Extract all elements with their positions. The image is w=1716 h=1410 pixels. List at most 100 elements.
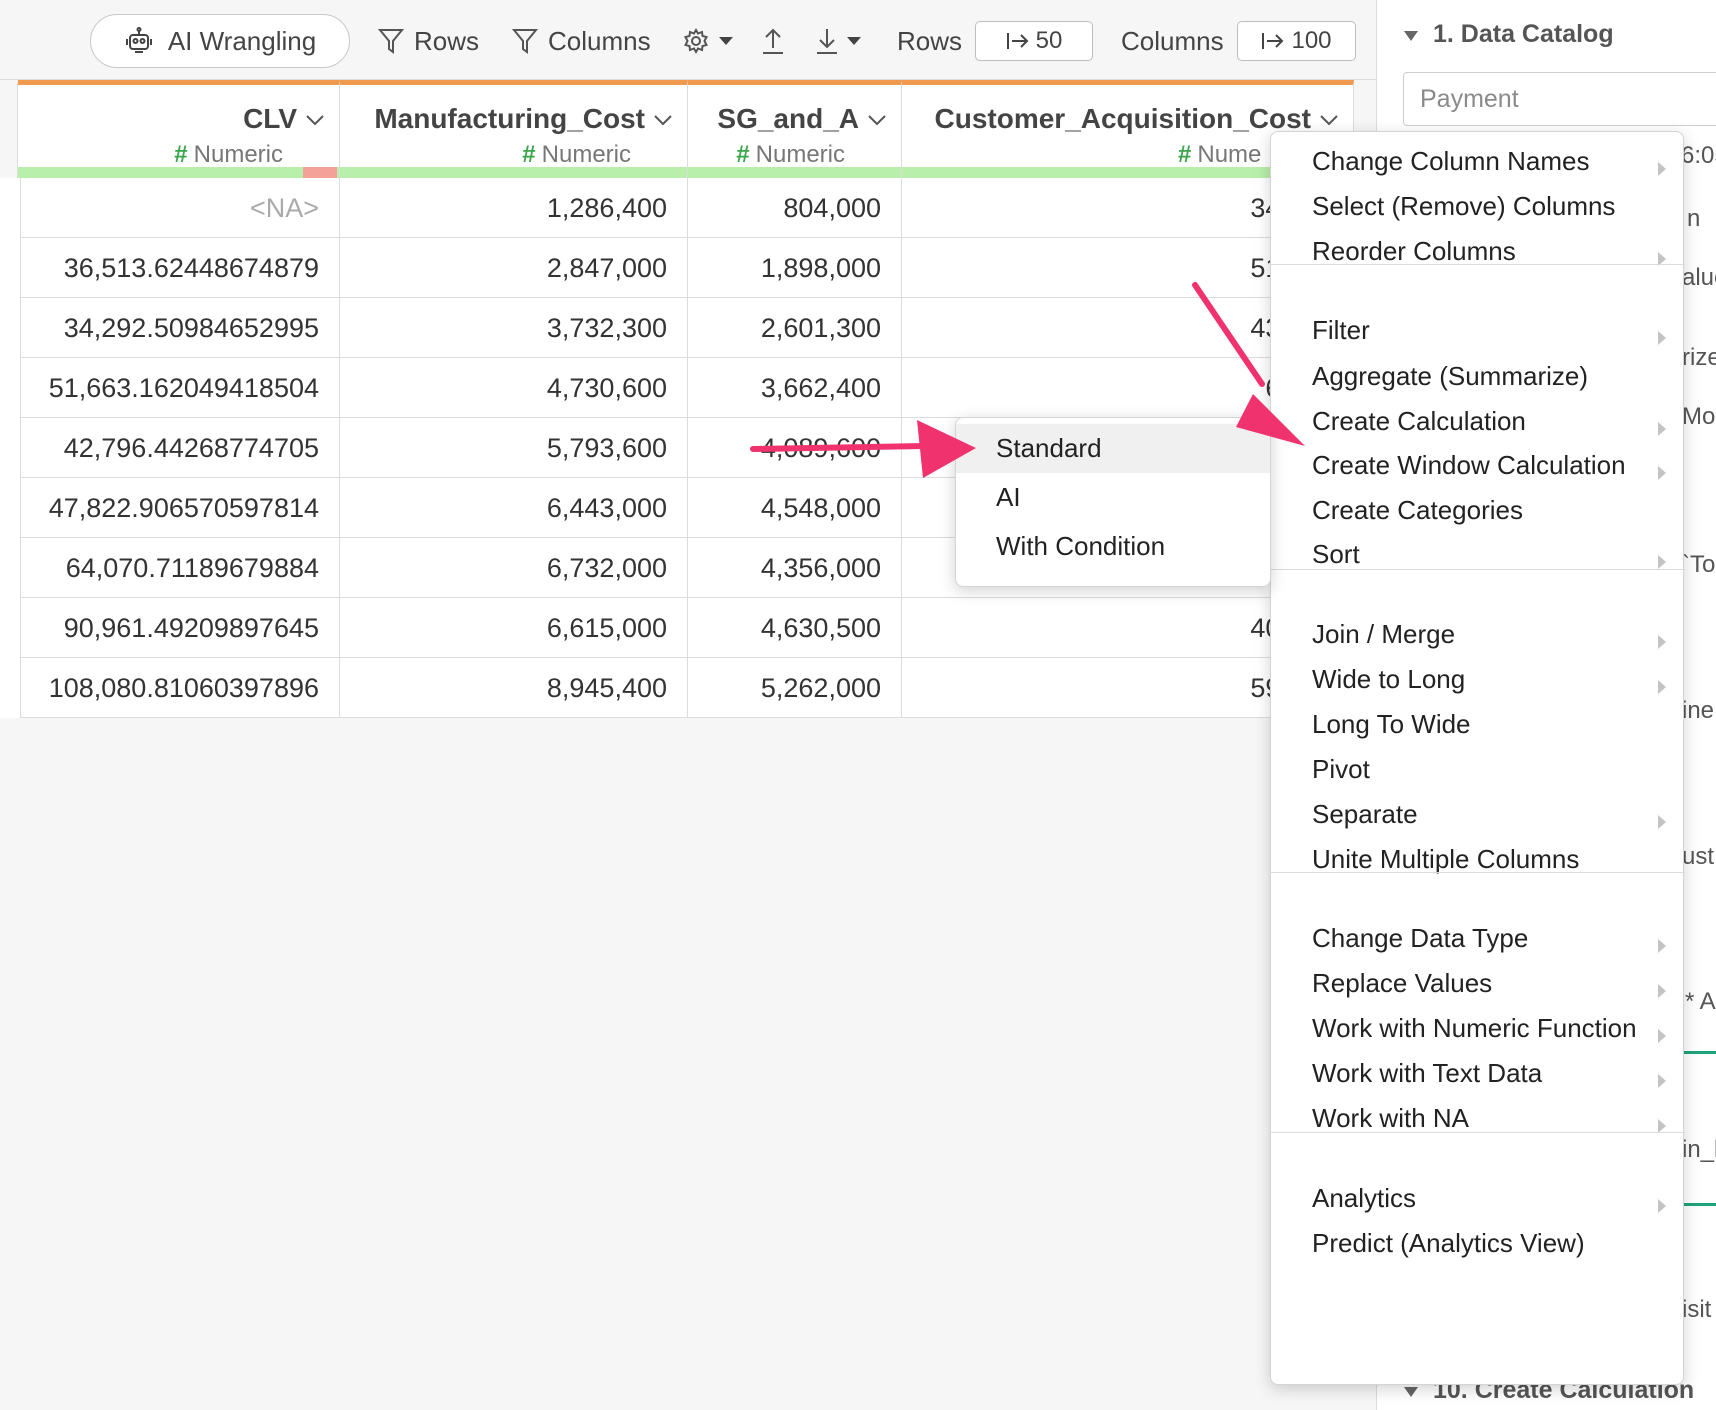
- table-cell[interactable]: 34,292.50984652995: [18, 298, 340, 358]
- menu-item-reorder-columns[interactable]: Reorder Columns: [1271, 227, 1685, 276]
- table-cell[interactable]: 47,822.906570597814: [18, 478, 340, 538]
- download-arrow-icon: [814, 26, 840, 56]
- table-cell[interactable]: 2,601,300: [688, 298, 902, 358]
- chevron-down-icon[interactable]: [1319, 113, 1339, 131]
- table-cell[interactable]: 4,548,000: [688, 478, 902, 538]
- settings-dropdown-button[interactable]: [682, 14, 734, 68]
- menu-item-work-with-na[interactable]: Work with NA: [1271, 1094, 1685, 1143]
- caret-down-icon: [718, 36, 734, 46]
- column-context-menu: Change Column Names Select (Remove) Colum…: [1270, 131, 1685, 1385]
- column-type: # Numeric: [736, 141, 845, 169]
- chevron-down-icon[interactable]: [867, 113, 887, 131]
- menu-item-work-with-text-data[interactable]: Work with Text Data: [1271, 1049, 1685, 1098]
- menu-item-select-remove-columns[interactable]: Select (Remove) Columns: [1271, 182, 1685, 231]
- menu-item-aggregate-summarize[interactable]: Aggregate (Summarize): [1271, 352, 1685, 401]
- menu-item-create-window-calculation[interactable]: Create Window Calculation: [1271, 441, 1685, 490]
- table-cell[interactable]: 2,847,000: [340, 238, 688, 298]
- table-cell[interactable]: 4,730,600: [340, 358, 688, 418]
- column-type-label: Nume: [1197, 141, 1262, 168]
- menu-item-wide-to-long[interactable]: Wide to Long: [1271, 655, 1685, 704]
- table-cell[interactable]: 6,732,000: [340, 538, 688, 598]
- table-cell[interactable]: 5,793,600: [340, 418, 688, 478]
- menu-item-label: Work with Text Data: [1312, 1058, 1543, 1088]
- chevron-down-icon[interactable]: [653, 113, 673, 131]
- menu-item-label: Aggregate (Summarize): [1312, 361, 1588, 391]
- submenu-caret-icon: [1657, 322, 1667, 353]
- column-header-sg-and-a[interactable]: SG_and_A # Numeric: [688, 80, 902, 178]
- menu-item-pivot[interactable]: Pivot: [1271, 745, 1685, 794]
- sidebar-fragment: rize: [1682, 344, 1716, 371]
- chevron-down-icon[interactable]: [305, 113, 325, 131]
- table-cell[interactable]: 804,000: [688, 178, 902, 238]
- menu-item-create-calculation[interactable]: Create Calculation: [1271, 397, 1685, 446]
- columns-filter-button[interactable]: Columns: [512, 14, 651, 68]
- table-cell[interactable]: 51,663.162049418504: [18, 358, 340, 418]
- menu-item-filter[interactable]: Filter: [1271, 306, 1685, 355]
- quality-bar[interactable]: [18, 167, 339, 178]
- table-cell[interactable]: 4,356,000: [688, 538, 902, 598]
- table-cell[interactable]: 5,262,000: [688, 658, 902, 718]
- table-cell[interactable]: 90,961.49209897645: [18, 598, 340, 658]
- gear-icon: [682, 27, 710, 55]
- menu-item-create-categories[interactable]: Create Categories: [1271, 486, 1685, 535]
- table-cell[interactable]: 108,080.81060397896: [18, 658, 340, 718]
- table-cell[interactable]: 4,630,500: [688, 598, 902, 658]
- sidebar-search-input[interactable]: Payment: [1403, 72, 1716, 126]
- column-header-clv[interactable]: CLV # Numeric: [18, 80, 340, 178]
- menu-item-label: Unite Multiple Columns: [1312, 844, 1580, 874]
- column-header-manufacturing-cost[interactable]: Manufacturing_Cost # Numeric: [340, 80, 688, 178]
- table-row: 108,080.810603978968,945,4005,262,00059,…: [0, 658, 1356, 718]
- table-cell[interactable]: 3,662,400: [688, 358, 902, 418]
- jump-to-icon: [1006, 31, 1030, 51]
- menu-item-label: Replace Values: [1312, 968, 1493, 998]
- data-catalog-step[interactable]: 1. Data Catalog: [1403, 20, 1614, 49]
- export-up-button[interactable]: [760, 14, 786, 68]
- menu-item-join-merge[interactable]: Join / Merge: [1271, 610, 1685, 659]
- table-cell[interactable]: 6,615,000: [340, 598, 688, 658]
- menu-item-predict-analytics-view[interactable]: Predict (Analytics View): [1271, 1219, 1685, 1268]
- sidebar-fragment: n: [1687, 205, 1701, 232]
- rows-filter-label: Rows: [414, 25, 480, 56]
- menu-item-label: Long To Wide: [1312, 709, 1471, 739]
- upload-arrow-icon: [760, 26, 786, 56]
- table-cell[interactable]: 64,070.71189679884: [18, 538, 340, 598]
- menu-item-change-data-type[interactable]: Change Data Type: [1271, 914, 1685, 963]
- table-cell[interactable]: <NA>: [18, 178, 340, 238]
- menu-item-separate[interactable]: Separate: [1271, 790, 1685, 839]
- column-type-label: Numeric: [541, 141, 631, 168]
- quality-bar[interactable]: [688, 167, 901, 178]
- menu-item-long-to-wide[interactable]: Long To Wide: [1271, 700, 1685, 749]
- menu-separator: [1271, 872, 1685, 873]
- menu-item-change-column-names[interactable]: Change Column Names: [1271, 137, 1685, 186]
- menu-item-label: Work with NA: [1312, 1103, 1469, 1133]
- table-cell[interactable]: 1,286,400: [340, 178, 688, 238]
- menu-item-unite-multiple-columns[interactable]: Unite Multiple Columns: [1271, 835, 1685, 884]
- submenu-item-with-condition[interactable]: With Condition: [956, 522, 1270, 571]
- menu-item-sort[interactable]: Sort: [1271, 530, 1685, 579]
- menu-item-label: Pivot: [1312, 754, 1370, 784]
- na-indicator[interactable]: [303, 167, 337, 178]
- sidebar-fragment: in_b: [1682, 1136, 1716, 1163]
- ai-wrangling-button[interactable]: AI Wrangling: [90, 14, 350, 68]
- sidebar-fragment: `To: [1682, 551, 1716, 578]
- menu-item-replace-values[interactable]: Replace Values: [1271, 959, 1685, 1008]
- submenu-item-standard[interactable]: Standard: [956, 424, 1270, 473]
- rows-filter-button[interactable]: Rows: [378, 14, 479, 68]
- table-cell[interactable]: 42,796.44268774705: [18, 418, 340, 478]
- menu-item-work-with-numeric-function[interactable]: Work with Numeric Function: [1271, 1004, 1685, 1053]
- table-cell[interactable]: 8,945,400: [340, 658, 688, 718]
- menu-item-analytics[interactable]: Analytics: [1271, 1174, 1685, 1223]
- submenu-item-ai[interactable]: AI: [956, 473, 1270, 522]
- import-down-button[interactable]: [814, 14, 862, 68]
- table-cell[interactable]: 1,898,000: [688, 238, 902, 298]
- rows-limit-input[interactable]: 50: [975, 21, 1093, 61]
- columns-limit-input[interactable]: 100: [1237, 21, 1356, 61]
- table-cell[interactable]: 3,732,300: [340, 298, 688, 358]
- menu-item-label: Wide to Long: [1312, 664, 1466, 694]
- quality-bar[interactable]: [340, 167, 687, 178]
- table-cell[interactable]: 36,513.62448674879: [18, 238, 340, 298]
- table-cell[interactable]: 6,443,000: [340, 478, 688, 538]
- submenu-caret-icon: [1657, 1020, 1667, 1051]
- table-cell[interactable]: 4,089,600: [688, 418, 902, 478]
- submenu-caret-icon: [1657, 1190, 1667, 1221]
